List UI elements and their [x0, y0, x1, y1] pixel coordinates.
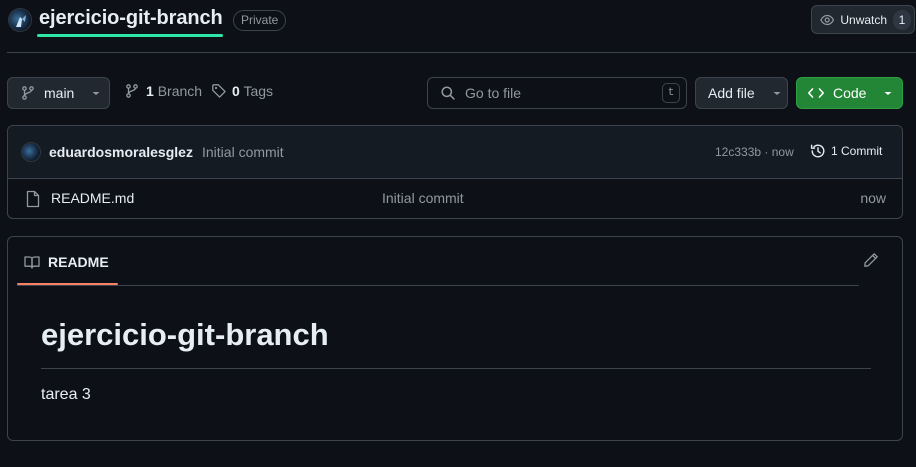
commit-message-link[interactable]: Initial commit	[202, 144, 284, 160]
latest-commit-bar: eduardosmoralesglez Initial commit 12c33…	[8, 126, 902, 179]
add-file-button[interactable]: Add file	[695, 77, 788, 109]
tags-link[interactable]: 0 Tags	[211, 83, 273, 99]
readme-tab[interactable]: README	[17, 237, 118, 286]
tag-count-value: 0	[232, 83, 240, 99]
go-to-file-input[interactable]	[465, 85, 645, 101]
caret-down-icon	[884, 92, 892, 95]
readme-tab-label: README	[48, 253, 109, 270]
git-branch-icon	[22, 86, 34, 100]
git-branch-icon	[126, 84, 138, 98]
commit-hash-link[interactable]: 12c333b · now	[715, 145, 794, 159]
go-to-file-search[interactable]: t	[427, 77, 687, 109]
readme-heading-divider	[41, 368, 871, 369]
commit-history-link[interactable]: 1 Commit	[810, 143, 882, 159]
search-icon	[441, 86, 455, 100]
code-icon	[808, 88, 824, 98]
header-divider	[7, 52, 916, 53]
owner-avatar[interactable]	[8, 8, 32, 32]
branch-count-label: Branch	[157, 83, 203, 99]
caret-down-icon	[92, 92, 100, 95]
file-name-link[interactable]: README.md	[51, 190, 134, 206]
file-commit-time: now	[860, 190, 886, 206]
avatar-figure-icon	[16, 15, 26, 27]
branch-name: main	[44, 85, 75, 101]
commit-count-label: 1 Commit	[831, 144, 883, 158]
unwatch-label: Unwatch	[840, 12, 888, 27]
keyboard-shortcut-hint: t	[662, 83, 680, 103]
code-label: Code	[833, 85, 867, 101]
file-icon	[26, 190, 40, 208]
visibility-badge: Private	[233, 10, 287, 31]
code-button[interactable]: Code	[796, 77, 903, 109]
history-icon	[810, 144, 825, 158]
commit-separator: ·	[764, 145, 769, 159]
readme-heading: ejercicio-git-branch	[41, 317, 329, 352]
watch-count-badge: 1	[893, 9, 911, 30]
repo-title-link[interactable]: ejercicio-git-branch	[39, 7, 223, 30]
book-icon	[24, 255, 40, 269]
tag-icon	[212, 84, 226, 98]
commit-author-avatar[interactable]	[21, 142, 41, 162]
commit-author-link[interactable]: eduardosmoralesglez	[49, 144, 193, 160]
branch-count-value: 1	[146, 83, 154, 99]
readme-panel: README ejercicio-git-branch tarea 3	[7, 236, 903, 441]
file-row[interactable]: README.md Initial commit now	[8, 179, 902, 218]
eye-icon	[820, 14, 835, 25]
unwatch-button[interactable]: Unwatch 1	[811, 5, 915, 34]
pencil-icon[interactable]	[863, 252, 879, 268]
caret-down-icon	[773, 92, 781, 95]
tag-count-label: Tags	[243, 83, 274, 99]
readme-header-divider	[17, 285, 859, 286]
repo-title-highlight	[37, 34, 223, 37]
add-file-label: Add file	[708, 85, 755, 101]
file-commit-message-link[interactable]: Initial commit	[382, 190, 464, 206]
readme-body-text: tarea 3	[41, 386, 91, 403]
file-browser: eduardosmoralesglez Initial commit 12c33…	[7, 125, 903, 219]
commit-hash: 12c333b	[715, 145, 762, 159]
branches-link[interactable]: 1 Branch	[124, 83, 202, 99]
commit-time: now	[771, 145, 794, 159]
branch-selector-button[interactable]: main	[7, 77, 110, 109]
